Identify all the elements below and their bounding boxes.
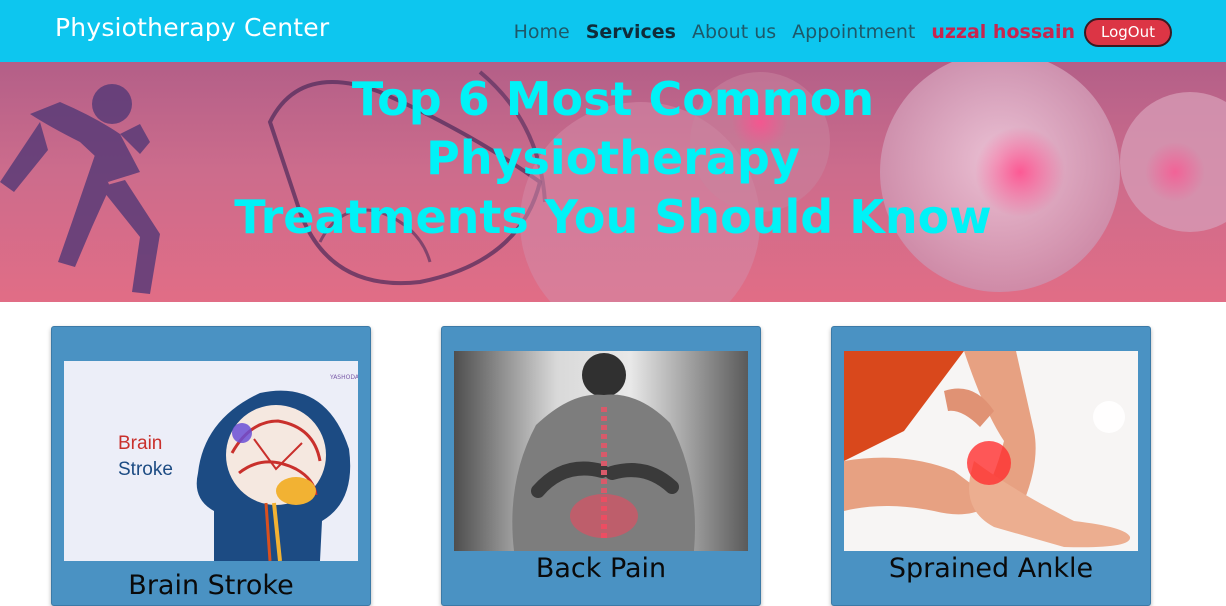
nav-links: Home Services About us Appointment uzzal… <box>514 17 1172 47</box>
hero-title: Top 6 Most Common Physiotherapy Treatmen… <box>0 70 1226 247</box>
back-pain-image <box>454 351 748 551</box>
image-text-brain: Brain <box>118 433 163 454</box>
hero-title-line-3: Treatments You Should Know <box>234 190 992 244</box>
service-card-sprained-ankle[interactable]: Sprained Ankle <box>831 326 1151 606</box>
back-pain-illustration <box>512 353 695 551</box>
hero-title-line-1: Top 6 Most Common <box>351 72 875 126</box>
nav-link-about[interactable]: About us <box>692 21 776 43</box>
brain-stroke-image: YASHODA Brain Stroke <box>64 361 358 561</box>
user-name: uzzal hossain <box>931 21 1075 43</box>
card-title-back-pain: Back Pain <box>535 553 667 584</box>
navbar: Physiotherapy Center Home Services About… <box>0 0 1226 62</box>
sprained-ankle-image <box>844 351 1138 551</box>
logout-button[interactable]: LogOut <box>1084 17 1172 47</box>
image-text-stroke: Stroke <box>118 459 173 480</box>
nav-link-home[interactable]: Home <box>514 21 570 43</box>
sprained-ankle-illustration <box>844 351 1131 548</box>
card-title-brain-stroke: Brain Stroke <box>128 570 294 601</box>
brand-title[interactable]: Physiotherapy Center <box>55 13 329 42</box>
hero-banner: Top 6 Most Common Physiotherapy Treatmen… <box>0 62 1226 302</box>
service-card-brain-stroke[interactable]: YASHODA Brain Stroke Brain Stroke <box>51 326 371 606</box>
brain-stroke-illustration: YASHODA <box>196 365 358 561</box>
card-title-sprained-ankle: Sprained Ankle <box>888 553 1094 584</box>
hero-title-line-2: Physiotherapy <box>426 131 800 185</box>
nav-link-services[interactable]: Services <box>586 21 676 43</box>
nav-link-appointment[interactable]: Appointment <box>792 21 915 43</box>
service-card-back-pain[interactable]: Back Pain <box>441 326 761 606</box>
hospital-logo: YASHODA <box>329 374 358 381</box>
